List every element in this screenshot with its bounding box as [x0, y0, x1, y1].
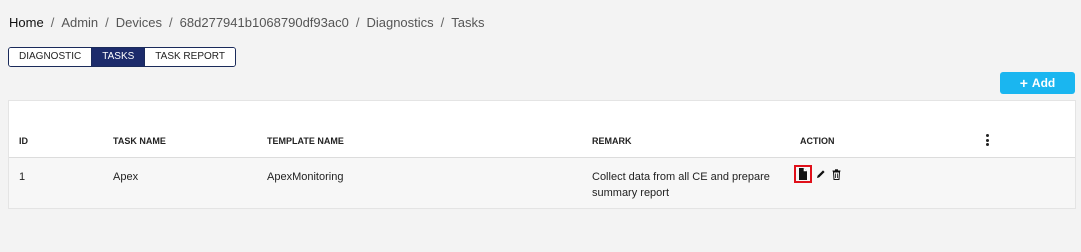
breadcrumb-separator: / [440, 15, 445, 30]
breadcrumb-separator: / [50, 15, 55, 30]
column-header-action: ACTION [800, 136, 835, 146]
breadcrumb-diagnostics[interactable]: Diagnostics [366, 15, 433, 30]
breadcrumb-device-id[interactable]: 68d277941b1068790df93ac0 [180, 15, 349, 30]
tab-group: DIAGNOSTIC TASKS TASK REPORT [8, 47, 236, 67]
table-header: ID TASK NAME TEMPLATE NAME REMARK ACTION [9, 101, 1075, 158]
add-button-label: Add [1031, 76, 1056, 90]
breadcrumb-home[interactable]: Home [9, 15, 44, 30]
breadcrumb-admin[interactable]: Admin [61, 15, 98, 30]
cell-template-name: ApexMonitoring [267, 171, 344, 183]
column-header-template-name: TEMPLATE NAME [267, 136, 344, 146]
breadcrumb-tasks: Tasks [451, 15, 485, 30]
column-header-id: ID [19, 136, 28, 146]
row-actions [794, 165, 842, 183]
column-header-task-name: TASK NAME [113, 136, 166, 146]
pencil-icon[interactable] [815, 167, 827, 181]
tab-diagnostic[interactable]: DIAGNOSTIC [9, 48, 93, 66]
table-row: 1 Apex ApexMonitoring Collect data from … [9, 158, 1075, 208]
tab-task-report[interactable]: TASK REPORT [145, 48, 235, 66]
breadcrumb: Home / Admin / Devices / 68d277941b10687… [9, 15, 485, 30]
column-header-remark: REMARK [592, 136, 632, 146]
cell-task-name: Apex [113, 171, 139, 183]
trash-icon[interactable] [830, 167, 842, 181]
tab-tasks[interactable]: TASKS [92, 48, 146, 66]
breadcrumb-separator: / [105, 15, 109, 30]
plus-icon: + [1019, 75, 1028, 91]
cell-id: 1 [19, 171, 26, 183]
kebab-menu-icon[interactable] [985, 134, 989, 146]
cell-remark: Collect data from all CE and prepare sum… [592, 171, 770, 199]
document-icon[interactable] [794, 165, 812, 183]
breadcrumb-devices[interactable]: Devices [116, 15, 162, 30]
breadcrumb-separator: / [355, 15, 360, 30]
add-button[interactable]: + Add [1000, 72, 1075, 94]
breadcrumb-separator: / [169, 15, 173, 30]
tasks-table: ID TASK NAME TEMPLATE NAME REMARK ACTION… [8, 100, 1076, 209]
